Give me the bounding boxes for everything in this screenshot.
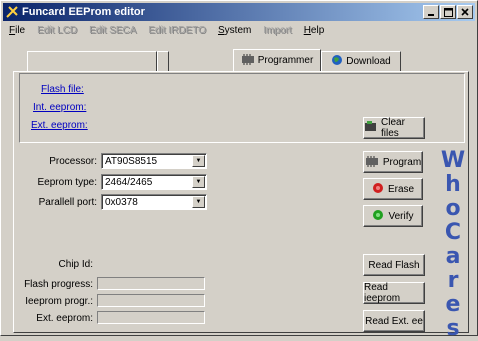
ext-eeprom-link[interactable]: Ext. eeprom: (31, 120, 88, 131)
menu-help-label: elp (310, 24, 325, 36)
tab-blank-1[interactable] (27, 51, 157, 71)
tab-programmer[interactable]: Programmer (233, 49, 321, 71)
watermark-letter: h (445, 172, 461, 197)
watermark-letter: s (446, 316, 460, 341)
tab-strip: Programmer Download (27, 49, 457, 71)
menu-bar: File Edit LCD Edit SECA Edit IRDETO Syst… (3, 22, 475, 38)
tab-download[interactable]: Download (321, 51, 401, 71)
chip-icon (365, 155, 379, 170)
verify-button[interactable]: Verify (363, 205, 423, 227)
chip-id-label: Chip Id: (58, 259, 93, 270)
tab-download-label: Download (346, 56, 391, 67)
flash-progress-bar (97, 277, 205, 290)
chevron-down-icon[interactable]: ▼ (192, 196, 205, 208)
int-eeprom-link[interactable]: Int. eeprom: (33, 102, 86, 113)
menu-system-key: S (218, 24, 225, 36)
watermark-letter: a (445, 244, 461, 269)
processor-label: Processor: (49, 156, 97, 167)
read-ext-ee-label: Read Ext. ee (365, 315, 423, 327)
watermark-letter: r (447, 268, 459, 293)
erase-button[interactable]: Erase (363, 178, 423, 200)
close-button[interactable] (457, 5, 473, 19)
erase-label: Erase (387, 183, 415, 195)
clear-files-label: Clear files (381, 117, 405, 139)
menu-import[interactable]: Import (257, 25, 297, 36)
watermark-letter: C (444, 220, 462, 245)
title-bar[interactable]: Funcard EEProm editor (3, 3, 475, 21)
verify-label: Verify (388, 210, 414, 222)
clear-files-icon (364, 121, 377, 135)
read-flash-button[interactable]: Read Flash (363, 254, 425, 276)
menu-edit-seca[interactable]: Edit SECA (83, 25, 142, 36)
read-flash-label: Read Flash (368, 259, 420, 271)
maximize-button[interactable] (440, 5, 456, 19)
processor-value: AT90S8515 (105, 155, 158, 167)
read-ieeprom-label: Read ieeprom (364, 282, 401, 304)
ieeprom-progress-bar (97, 294, 205, 307)
eeprom-type-select[interactable]: 2464/2465 ▼ (101, 174, 207, 190)
clear-files-button[interactable]: Clear files (363, 117, 425, 139)
parallel-port-select[interactable]: 0x0378 ▼ (101, 194, 207, 210)
menu-system[interactable]: System (212, 25, 257, 36)
ext-eeprom-progress-label: Ext. eeprom: (36, 313, 93, 324)
app-icon (5, 5, 19, 19)
flash-file-link[interactable]: Flash file: (41, 84, 84, 95)
watermark-letter: e (445, 292, 461, 317)
watermark-letter: o (445, 196, 461, 221)
read-ext-ee-button[interactable]: Read Ext. ee (363, 310, 425, 332)
ieeprom-progress-label: Ieeprom progr.: (25, 296, 93, 307)
program-label: Program (382, 156, 422, 168)
flash-progress-label: Flash progress: (24, 279, 93, 290)
parallel-port-label: Parallell port: (38, 197, 97, 208)
eeprom-type-value: 2464/2465 (105, 176, 153, 188)
menu-help-key: H (303, 24, 311, 36)
menu-file[interactable]: File (3, 25, 31, 36)
processor-select[interactable]: AT90S8515 ▼ (101, 153, 207, 169)
read-ieeprom-button[interactable]: Read ieeprom (363, 282, 425, 304)
app-window: Funcard EEProm editor File Edit LCD Edit… (0, 0, 478, 341)
verify-icon (372, 209, 384, 224)
watermark-letter: W (440, 148, 466, 173)
menu-file-label: ile (15, 24, 26, 36)
menu-help[interactable]: Help (298, 25, 331, 36)
whocares-watermark: W h o C a r e s (433, 149, 473, 341)
chevron-down-icon[interactable]: ▼ (192, 155, 205, 167)
menu-system-label: ystem (224, 24, 252, 36)
program-button[interactable]: Program (363, 151, 423, 173)
tab-blank-2[interactable] (157, 51, 169, 71)
minimize-button[interactable] (423, 5, 439, 19)
globe-icon (331, 54, 343, 69)
window-title: Funcard EEProm editor (22, 6, 145, 18)
erase-icon (372, 182, 384, 197)
programmer-icon (241, 53, 255, 68)
parallel-port-value: 0x0378 (105, 196, 138, 208)
menu-edit-lcd[interactable]: Edit LCD (31, 25, 83, 36)
chevron-down-icon[interactable]: ▼ (192, 176, 205, 188)
eeprom-type-label: Eeprom type: (37, 177, 97, 188)
ext-eeprom-progress-bar (97, 311, 205, 324)
tab-programmer-label: Programmer (257, 55, 314, 66)
menu-edit-irdeto[interactable]: Edit IRDETO (142, 25, 212, 36)
